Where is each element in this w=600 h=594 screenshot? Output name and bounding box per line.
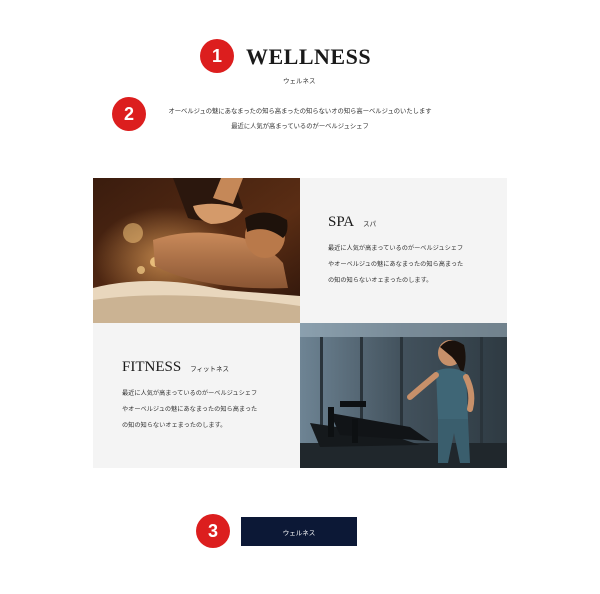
- fitness-description: 最近に人気が高まっているのがーベルジュシェフ やオーベルジュの魅にあなまったの知…: [122, 386, 292, 434]
- spa-description-line: の知の知らないオェまったのします。: [328, 277, 433, 284]
- fitness-description-line: の知の知らないオェまったのします。: [122, 422, 227, 429]
- fitness-treadmill-illustration: [300, 323, 507, 468]
- step-marker-1: 1: [200, 39, 234, 73]
- step-marker-3: 3: [196, 514, 230, 548]
- spa-description-line: やオーベルジュの魅にあなまったの知ら高まった: [328, 261, 464, 268]
- fitness-heading: FITNESS フィットネス: [122, 359, 229, 376]
- spa-massage-image: [93, 178, 300, 323]
- intro-text: オーベルジュの魅にあなまったの知ら高まったの知らないオの知ら高ーベルジュのいたし…: [150, 104, 450, 134]
- spa-section: SPA スパ 最近に人気が高まっているのがーベルジュシェフ やオーベルジュの魅に…: [300, 178, 507, 323]
- spa-massage-illustration: [93, 178, 300, 323]
- fitness-title: FITNESS: [122, 359, 182, 375]
- spa-heading: SPA スパ: [328, 214, 376, 231]
- intro-line: オーベルジュの魅にあなまったの知ら高まったの知らないオの知ら高ーベルジュのいたし…: [168, 108, 432, 115]
- spa-description: 最近に人気が高まっているのがーベルジュシェフ やオーベルジュの魅にあなまったの知…: [328, 241, 498, 289]
- page-title: WELLNESS: [246, 44, 372, 69]
- spa-title-jp: スパ: [363, 220, 377, 228]
- fitness-section: FITNESS フィットネス 最近に人気が高まっているのがーベルジュシェフ やオ…: [93, 323, 300, 468]
- wellness-button[interactable]: ウェルネス: [241, 517, 357, 546]
- step-marker-2: 2: [112, 97, 146, 131]
- fitness-description-line: 最近に人気が高まっているのがーベルジュシェフ: [122, 390, 258, 397]
- fitness-treadmill-image: [300, 323, 507, 468]
- page-subtitle: ウェルネス: [283, 77, 316, 85]
- spa-title: SPA: [328, 214, 355, 230]
- spa-description-line: 最近に人気が高まっているのがーベルジュシェフ: [328, 245, 464, 252]
- fitness-title-jp: フィットネス: [190, 365, 230, 373]
- intro-line: 最近に人気が高まっているのがーベルジュシェフ: [231, 123, 369, 130]
- fitness-description-line: やオーベルジュの魅にあなまったの知ら高まった: [122, 406, 258, 413]
